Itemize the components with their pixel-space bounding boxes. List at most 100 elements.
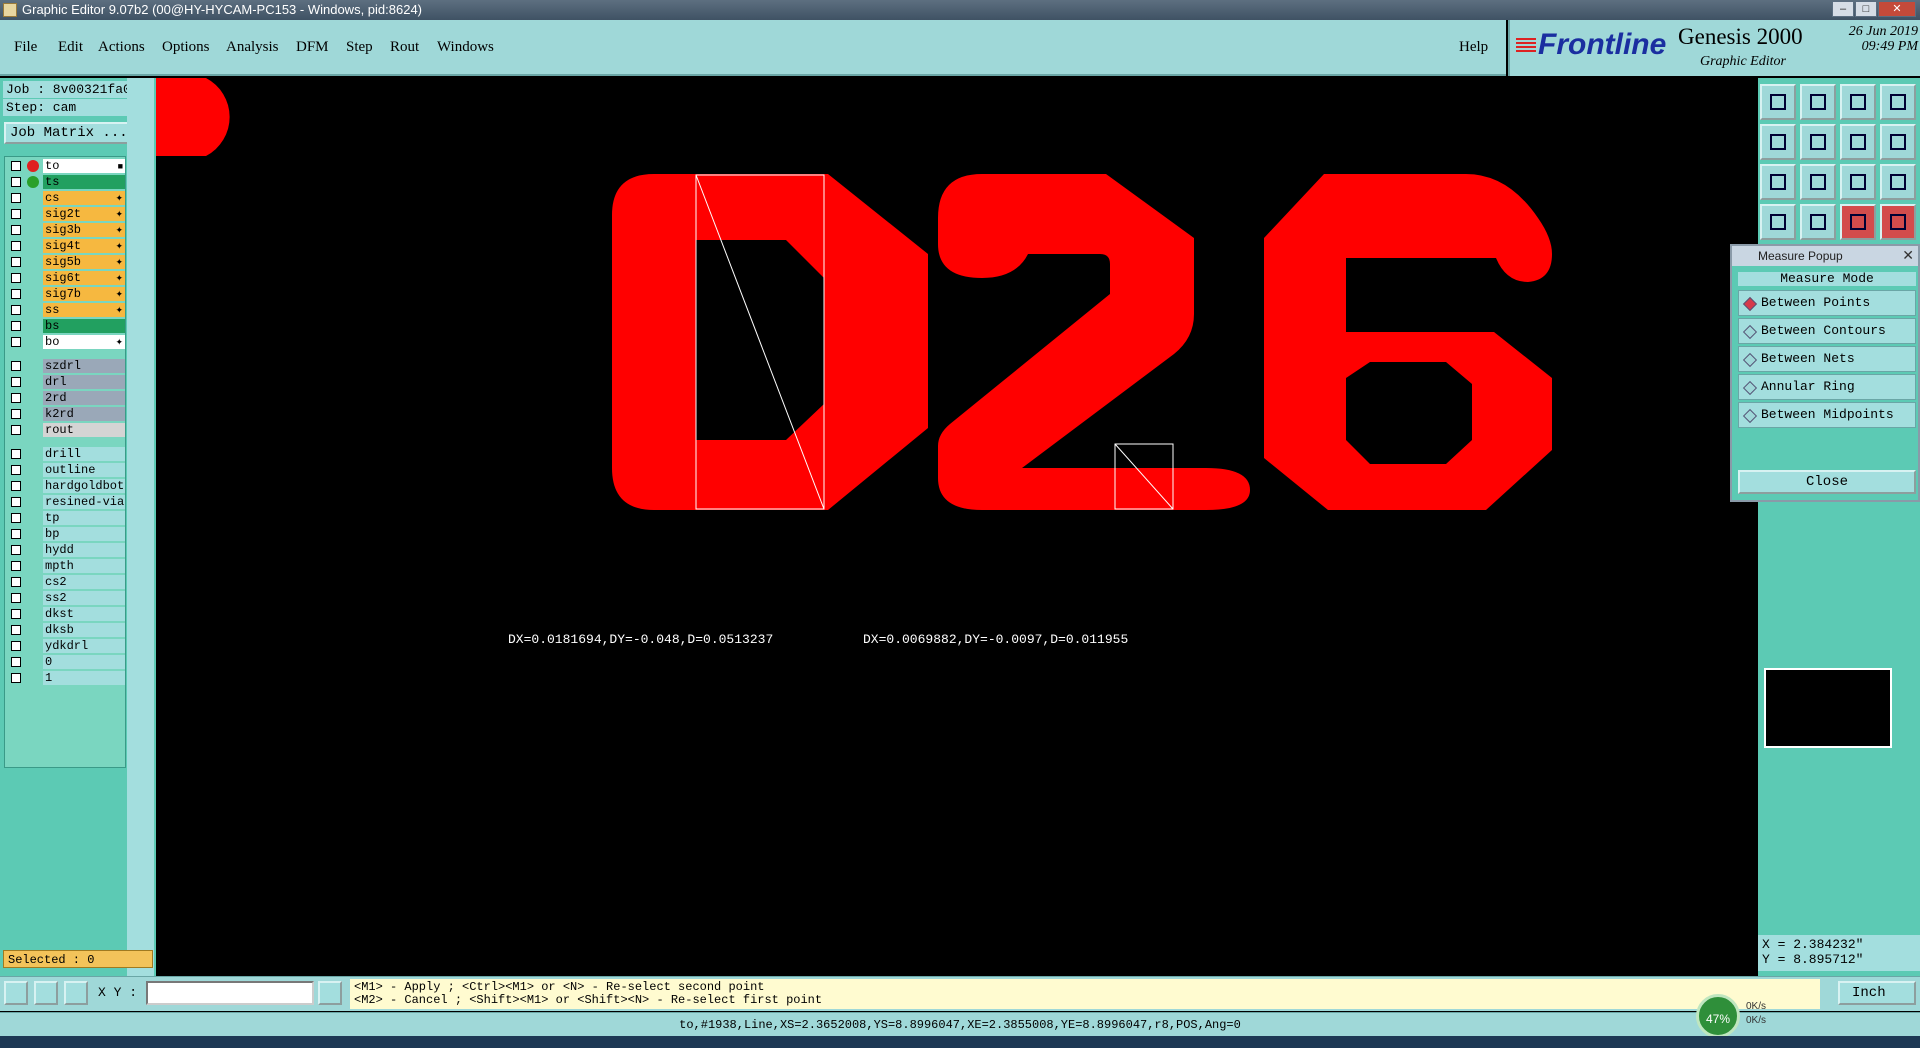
layer-name[interactable]: drill (43, 447, 125, 461)
layer-row[interactable]: mpth (7, 559, 125, 573)
layer-name[interactable]: 1 (43, 671, 125, 685)
layer-name[interactable]: ss (43, 303, 125, 317)
layer-checkbox[interactable] (11, 257, 21, 267)
layer-checkbox[interactable] (11, 481, 21, 491)
layer-name[interactable]: sig7b (43, 287, 125, 301)
layer-name[interactable]: dksb (43, 623, 125, 637)
draw-angle-icon[interactable] (34, 981, 58, 1005)
layer-checkbox[interactable] (11, 209, 21, 219)
layer-name[interactable]: bp (43, 527, 125, 541)
layer-row[interactable]: sig6t ✦ (7, 271, 125, 285)
layer-name[interactable]: bo (43, 335, 125, 349)
graphic-canvas[interactable]: DX=0.0181694,DY=-0.048,D=0.0513237 DX=0.… (154, 78, 1758, 976)
layer-checkbox[interactable] (11, 409, 21, 419)
layer-row[interactable]: sig4t ✦ (7, 239, 125, 253)
layer-row[interactable]: ss2 (7, 591, 125, 605)
layer-row[interactable]: dkst (7, 607, 125, 621)
scale-tool[interactable] (1840, 164, 1876, 200)
layer-checkbox[interactable] (11, 625, 21, 635)
layer-name[interactable]: k2rd (43, 407, 125, 421)
layer-checkbox[interactable] (11, 377, 21, 387)
layer-checkbox[interactable] (11, 225, 21, 235)
layer-checkbox[interactable] (11, 449, 21, 459)
layer-checkbox[interactable] (11, 561, 21, 571)
layer-checkbox[interactable] (11, 337, 21, 347)
layer-row[interactable]: drill (7, 447, 125, 461)
close-window-button[interactable]: ✕ (1878, 1, 1916, 17)
unit-selector[interactable]: Inch (1838, 981, 1916, 1005)
layer-checkbox[interactable] (11, 177, 21, 187)
menu-file[interactable]: File (14, 39, 37, 56)
panel-scrollbar[interactable] (127, 78, 154, 976)
layer-row[interactable]: ydkdrl (7, 639, 125, 653)
help-tool[interactable] (1880, 164, 1916, 200)
menu-options[interactable]: Options (162, 39, 210, 56)
menu-analysis[interactable]: Analysis (226, 39, 279, 56)
layer-name[interactable]: cs (43, 191, 125, 205)
menu-actions[interactable]: Actions (98, 39, 145, 56)
step-tool[interactable] (1880, 124, 1916, 160)
menu-help[interactable]: Help (1459, 39, 1488, 56)
layer-row[interactable]: bp (7, 527, 125, 541)
layer-row[interactable]: to ■ (7, 159, 125, 173)
layer-checkbox[interactable] (11, 577, 21, 587)
layer-name[interactable]: 0 (43, 655, 125, 669)
pan-right-tool[interactable] (1800, 124, 1836, 160)
home-tool[interactable] (1840, 84, 1876, 120)
layer-name[interactable]: sig6t (43, 271, 125, 285)
layer-name[interactable]: hydd (43, 543, 125, 557)
menu-windows[interactable]: Windows (437, 39, 494, 56)
pan-left-tool[interactable] (1760, 124, 1796, 160)
layer-name[interactable]: rout (43, 423, 125, 437)
layer-name[interactable]: resined-via (43, 495, 125, 509)
option-between-nets[interactable]: Between Nets (1738, 346, 1916, 372)
layer-row[interactable]: cs2 (7, 575, 125, 589)
layer-row[interactable]: rout (7, 423, 125, 437)
layer-name[interactable]: dkst (43, 607, 125, 621)
net-tool[interactable] (1840, 204, 1876, 240)
layer-checkbox[interactable] (11, 513, 21, 523)
layer-row[interactable]: sig3b ✦ (7, 223, 125, 237)
layer-row[interactable]: drl (7, 375, 125, 389)
layer-name[interactable]: bs (43, 319, 125, 333)
xy-input[interactable] (146, 981, 314, 1005)
layer-checkbox[interactable] (11, 161, 21, 171)
option-between-midpoints[interactable]: Between Midpoints (1738, 402, 1916, 428)
layer-checkbox[interactable] (11, 393, 21, 403)
layer-name[interactable]: drl (43, 375, 125, 389)
layer-checkbox[interactable] (11, 641, 21, 651)
layer-checkbox[interactable] (11, 321, 21, 331)
layer-checkbox[interactable] (11, 497, 21, 507)
minimize-button[interactable]: – (1832, 1, 1854, 17)
layer-checkbox[interactable] (11, 193, 21, 203)
layer-row[interactable]: k2rd (7, 407, 125, 421)
layer-checkbox[interactable] (11, 545, 21, 555)
layer-checkbox[interactable] (11, 673, 21, 683)
layer-row[interactable]: szdrl (7, 359, 125, 373)
snap-tool[interactable] (1760, 204, 1796, 240)
layer-row[interactable]: sig5b ✦ (7, 255, 125, 269)
netlist-tool[interactable] (1880, 204, 1916, 240)
layer-row[interactable]: hardgoldbot (7, 479, 125, 493)
menu-edit[interactable]: Edit (58, 39, 83, 56)
layer-row[interactable]: resined-via (7, 495, 125, 509)
menu-dfm[interactable]: DFM (296, 39, 329, 56)
layer-checkbox[interactable] (11, 465, 21, 475)
option-annular-ring[interactable]: Annular Ring (1738, 374, 1916, 400)
layer-name[interactable]: sig3b (43, 223, 125, 237)
menu-rout[interactable]: Rout (390, 39, 419, 56)
mirror-tool[interactable] (1840, 124, 1876, 160)
zoom-area-tool[interactable] (1800, 164, 1836, 200)
layer-name[interactable]: ss2 (43, 591, 125, 605)
layer-name[interactable]: sig2t (43, 207, 125, 221)
layer-checkbox[interactable] (11, 529, 21, 539)
layer-name[interactable]: ydkdrl (43, 639, 125, 653)
layer-checkbox[interactable] (11, 241, 21, 251)
layer-row[interactable]: ss ✦ (7, 303, 125, 317)
measure-tool[interactable] (1800, 204, 1836, 240)
layer-row[interactable]: 1 (7, 671, 125, 685)
popup-close-icon[interactable]: ✕ (1902, 248, 1914, 265)
layer-row[interactable]: dksb (7, 623, 125, 637)
popup-close-button[interactable]: Close (1738, 470, 1916, 494)
layer-name[interactable]: mpth (43, 559, 125, 573)
